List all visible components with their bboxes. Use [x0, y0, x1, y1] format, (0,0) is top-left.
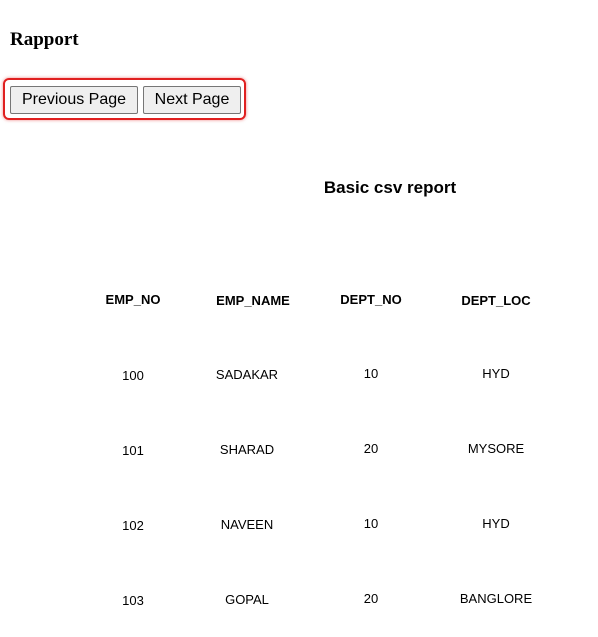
table-cell: MYSORE — [467, 441, 525, 456]
column-header-emp-no: EMP_NO — [105, 292, 161, 307]
column-header-dept-loc: DEPT_LOC — [461, 293, 531, 308]
column-header-dept-no: DEPT_NO — [340, 292, 402, 307]
table-cell: 20 — [363, 441, 379, 456]
table-cell: GOPAL — [225, 592, 269, 607]
next-page-button[interactable]: Next Page — [143, 86, 241, 114]
previous-page-button[interactable]: Previous Page — [10, 86, 138, 114]
table-cell: HYD — [482, 366, 510, 381]
table-cell: SHARAD — [219, 442, 275, 457]
table-cell: 10 — [363, 366, 379, 381]
table-cell: 20 — [363, 591, 379, 606]
page-title: Rapport — [10, 29, 79, 50]
table-cell: BANGLORE — [459, 591, 533, 606]
table-cell: 10 — [363, 516, 379, 531]
table-cell: SADAKAR — [215, 367, 279, 382]
table-cell: NAVEEN — [220, 517, 274, 532]
report-title: Basic csv report — [323, 178, 457, 197]
table-cell: HYD — [482, 516, 510, 531]
